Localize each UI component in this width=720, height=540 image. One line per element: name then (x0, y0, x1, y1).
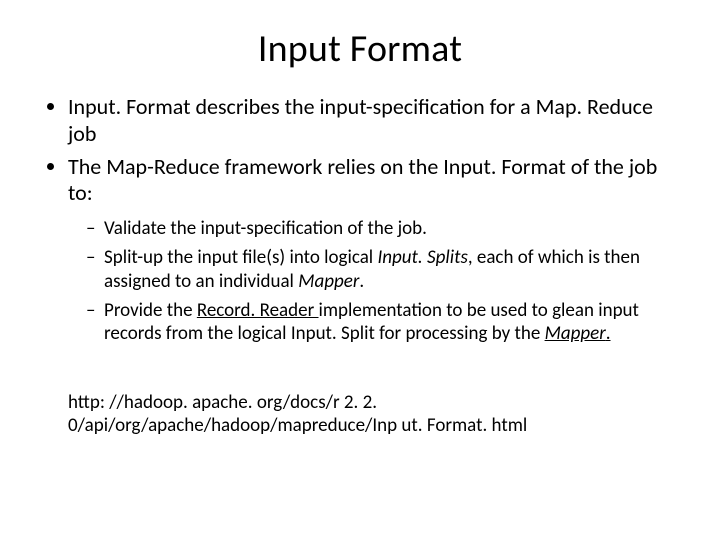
bullet-text: Input. Format describes the input-specif… (68, 93, 653, 147)
sub-bullet-text: Split-up the input file(s) into logical (104, 246, 377, 269)
italic-text: Input. Splits (377, 246, 467, 269)
sub-bullet-2: Split-up the input file(s) into logical … (104, 246, 680, 292)
sub-bullet-text: Provide the (104, 299, 197, 322)
bullet-list: Input. Format describes the input-specif… (46, 94, 680, 345)
sub-bullet-3: Provide the Record. Reader implementatio… (104, 299, 680, 345)
bullet-item-2: The Map-Reduce framework relies on the I… (68, 154, 680, 346)
link-text[interactable]: Record. Reader (197, 299, 319, 322)
bullet-item-1: Input. Format describes the input-specif… (68, 94, 680, 148)
sub-bullet-text: . (359, 270, 364, 293)
slide: Input Format Input. Format describes the… (0, 0, 720, 540)
sub-bullet-1: Validate the input-specification of the … (104, 217, 680, 240)
bullet-text: The Map-Reduce framework relies on the I… (68, 153, 657, 207)
link-text[interactable]: Mapper (545, 322, 606, 345)
sub-bullet-list: Validate the input-specification of the … (86, 217, 680, 345)
sub-bullet-text: Validate the input-specification of the … (104, 217, 427, 240)
sub-bullet-text: . (606, 322, 611, 345)
slide-title: Input Format (40, 26, 680, 72)
footer-url: http: //hadoop. apache. org/docs/r 2. 2.… (68, 391, 660, 437)
italic-text: Mapper (298, 270, 359, 293)
